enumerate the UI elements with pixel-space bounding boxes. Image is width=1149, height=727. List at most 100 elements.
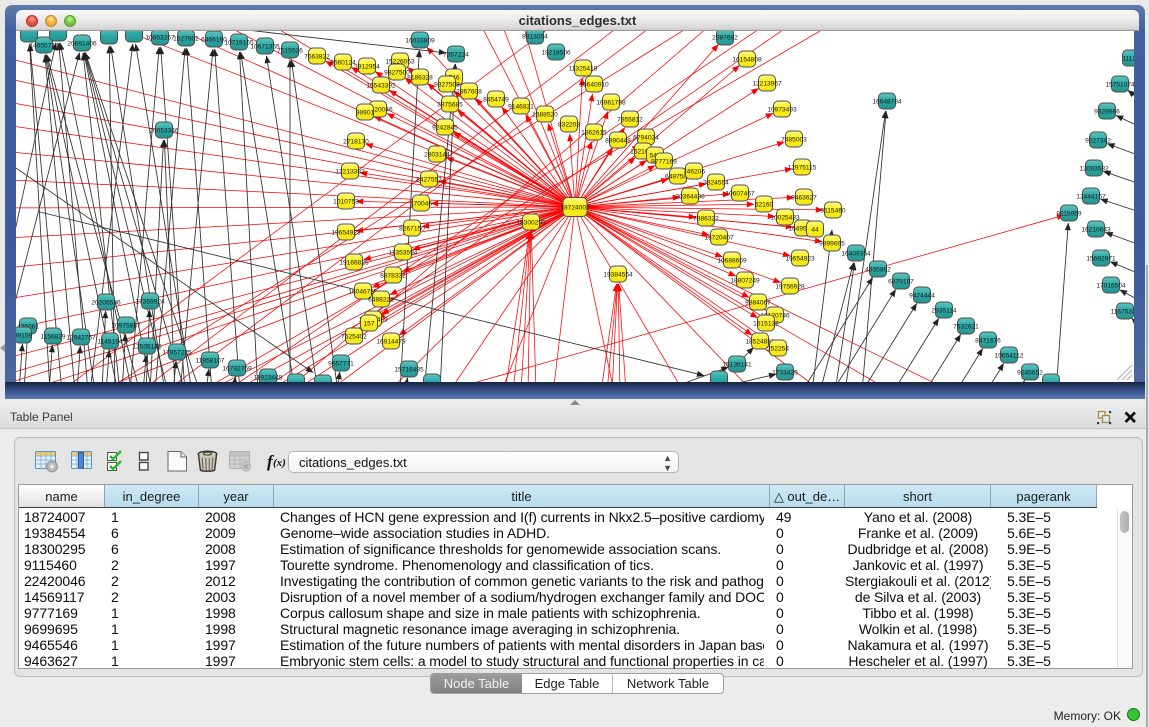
svg-text:19218506: 19218506	[541, 49, 571, 56]
svg-text:12444157: 12444157	[1076, 193, 1106, 200]
svg-text:7485003: 7485003	[781, 136, 807, 143]
svg-text:11129: 11129	[1122, 55, 1134, 62]
svg-text:16914479: 16914479	[376, 338, 406, 345]
svg-text:18807249: 18807249	[730, 277, 760, 284]
svg-text:12093582: 12093582	[1079, 165, 1109, 172]
svg-text:11325419: 11325419	[569, 65, 598, 72]
svg-text:3824554: 3824554	[703, 179, 729, 186]
svg-text:19654923: 19654923	[785, 255, 815, 262]
svg-text:9657771: 9657771	[328, 360, 354, 367]
svg-text:2935114: 2935114	[931, 307, 957, 314]
svg-text:7663822: 7663822	[304, 53, 330, 60]
svg-text:16033809: 16033809	[405, 37, 435, 44]
svg-text:7515526: 7515526	[277, 47, 303, 54]
svg-text:10975887: 10975887	[111, 322, 141, 329]
svg-text:20053346: 20053346	[149, 127, 179, 134]
svg-text:7632621: 7632621	[953, 323, 979, 330]
svg-text:16154808: 16154808	[732, 56, 762, 63]
svg-text:10853267: 10853267	[145, 34, 175, 41]
svg-text:10654112: 10654112	[995, 352, 1024, 359]
svg-text:7625402: 7625402	[341, 333, 367, 340]
svg-text:19166825: 19166825	[339, 259, 369, 266]
svg-text:2718170: 2718170	[343, 138, 369, 145]
svg-text:8186328: 8186328	[407, 74, 433, 81]
svg-text:17016504: 17016504	[1096, 282, 1126, 289]
svg-text:6498222: 6498222	[368, 296, 394, 303]
svg-text:1527602: 1527602	[173, 35, 199, 42]
svg-text:8813054: 8813054	[522, 33, 548, 40]
svg-text:11958107: 11958107	[196, 357, 225, 364]
svg-text:7955812: 7955812	[617, 116, 643, 123]
svg-text:15720407: 15720407	[704, 234, 734, 241]
svg-text:16543392: 16543392	[366, 82, 396, 89]
svg-text:11675332: 11675332	[1111, 308, 1134, 315]
svg-text:9115460: 9115460	[820, 207, 846, 214]
svg-text:19384554: 19384554	[603, 271, 633, 278]
svg-text:6794024: 6794024	[633, 134, 659, 141]
svg-text:14055714: 14055714	[29, 42, 59, 49]
svg-text:(x): (x)	[273, 457, 286, 469]
svg-text:12213382: 12213382	[335, 168, 365, 175]
svg-text:8267150: 8267150	[399, 225, 425, 232]
svg-text:2087682: 2087682	[712, 34, 738, 41]
svg-text:16409354: 16409354	[841, 250, 871, 257]
svg-text:1010753: 1010753	[333, 198, 359, 205]
svg-text:8878332: 8878332	[380, 272, 406, 279]
svg-text:2803144: 2803144	[424, 151, 450, 158]
svg-text:16782759: 16782759	[222, 365, 252, 372]
svg-text:20206536: 20206536	[91, 299, 121, 306]
svg-text:746206: 746206	[683, 168, 705, 175]
svg-text:12505135: 12505135	[132, 343, 162, 350]
svg-text:9227342: 9227342	[1085, 137, 1111, 144]
svg-text:10607467: 10607467	[725, 190, 755, 197]
svg-text:10671355: 10671355	[250, 43, 280, 50]
svg-text:9463627: 9463627	[791, 194, 817, 201]
svg-text:16648784: 16648784	[872, 98, 902, 105]
svg-text:8990448: 8990448	[605, 137, 631, 144]
svg-text:157: 157	[363, 320, 374, 327]
svg-text:3875685: 3875685	[437, 101, 463, 108]
svg-text:20364436: 20364436	[675, 193, 705, 200]
svg-text:10973493: 10973493	[767, 106, 797, 113]
svg-text:15751074: 15751074	[1105, 81, 1134, 88]
svg-text:39159: 39159	[16, 332, 32, 339]
svg-text:8471676: 8471676	[975, 337, 1001, 344]
svg-text:9777169: 9777169	[651, 158, 677, 165]
svg-text:1156829: 1156829	[40, 333, 66, 340]
svg-text:12942757: 12942757	[66, 334, 96, 341]
svg-text:7357224: 7357224	[443, 51, 469, 58]
svg-text:98901: 98901	[356, 109, 375, 116]
svg-text:7386322: 7386322	[693, 215, 719, 222]
svg-text:832203: 832203	[558, 121, 580, 128]
svg-text:3912954: 3912954	[354, 63, 380, 70]
svg-text:19756928: 19756928	[775, 283, 805, 290]
svg-text:20691406: 20691406	[67, 40, 97, 47]
svg-text:4935892: 4935892	[865, 266, 891, 273]
svg-text:1615132: 1615132	[753, 320, 779, 327]
svg-text:10025433: 10025433	[770, 214, 800, 221]
svg-text:252254: 252254	[767, 345, 789, 352]
svg-text:1362615: 1362615	[581, 129, 607, 136]
svg-text:44: 44	[811, 226, 819, 233]
svg-text:18300295: 18300295	[516, 219, 546, 226]
svg-text:19654923: 19654923	[331, 229, 361, 236]
svg-text:8660124: 8660124	[330, 59, 356, 66]
svg-text:6879197: 6879197	[888, 278, 914, 285]
svg-text:15640910: 15640910	[579, 81, 609, 88]
svg-text:12213967: 12213967	[752, 80, 782, 87]
svg-text:9327508: 9327508	[434, 81, 460, 88]
svg-text:9884067: 9884067	[745, 299, 771, 306]
svg-text:15692971: 15692971	[1086, 255, 1116, 262]
svg-text:9245652: 9245652	[1017, 369, 1043, 376]
svg-text:1588520: 1588520	[532, 111, 558, 118]
svg-text:9899695: 9899695	[819, 240, 845, 247]
svg-text:9242845: 9242845	[432, 124, 458, 131]
svg-text:170046: 170046	[410, 200, 432, 207]
svg-text:8427552: 8427552	[416, 176, 442, 183]
svg-text:18724007: 18724007	[560, 204, 590, 211]
svg-text:17957225: 17957225	[162, 349, 192, 356]
svg-text:16961758: 16961758	[596, 99, 626, 106]
svg-text:15716485: 15716485	[394, 366, 424, 373]
svg-text:9115959: 9115959	[1056, 210, 1082, 217]
svg-text:1733426: 1733426	[772, 369, 798, 376]
